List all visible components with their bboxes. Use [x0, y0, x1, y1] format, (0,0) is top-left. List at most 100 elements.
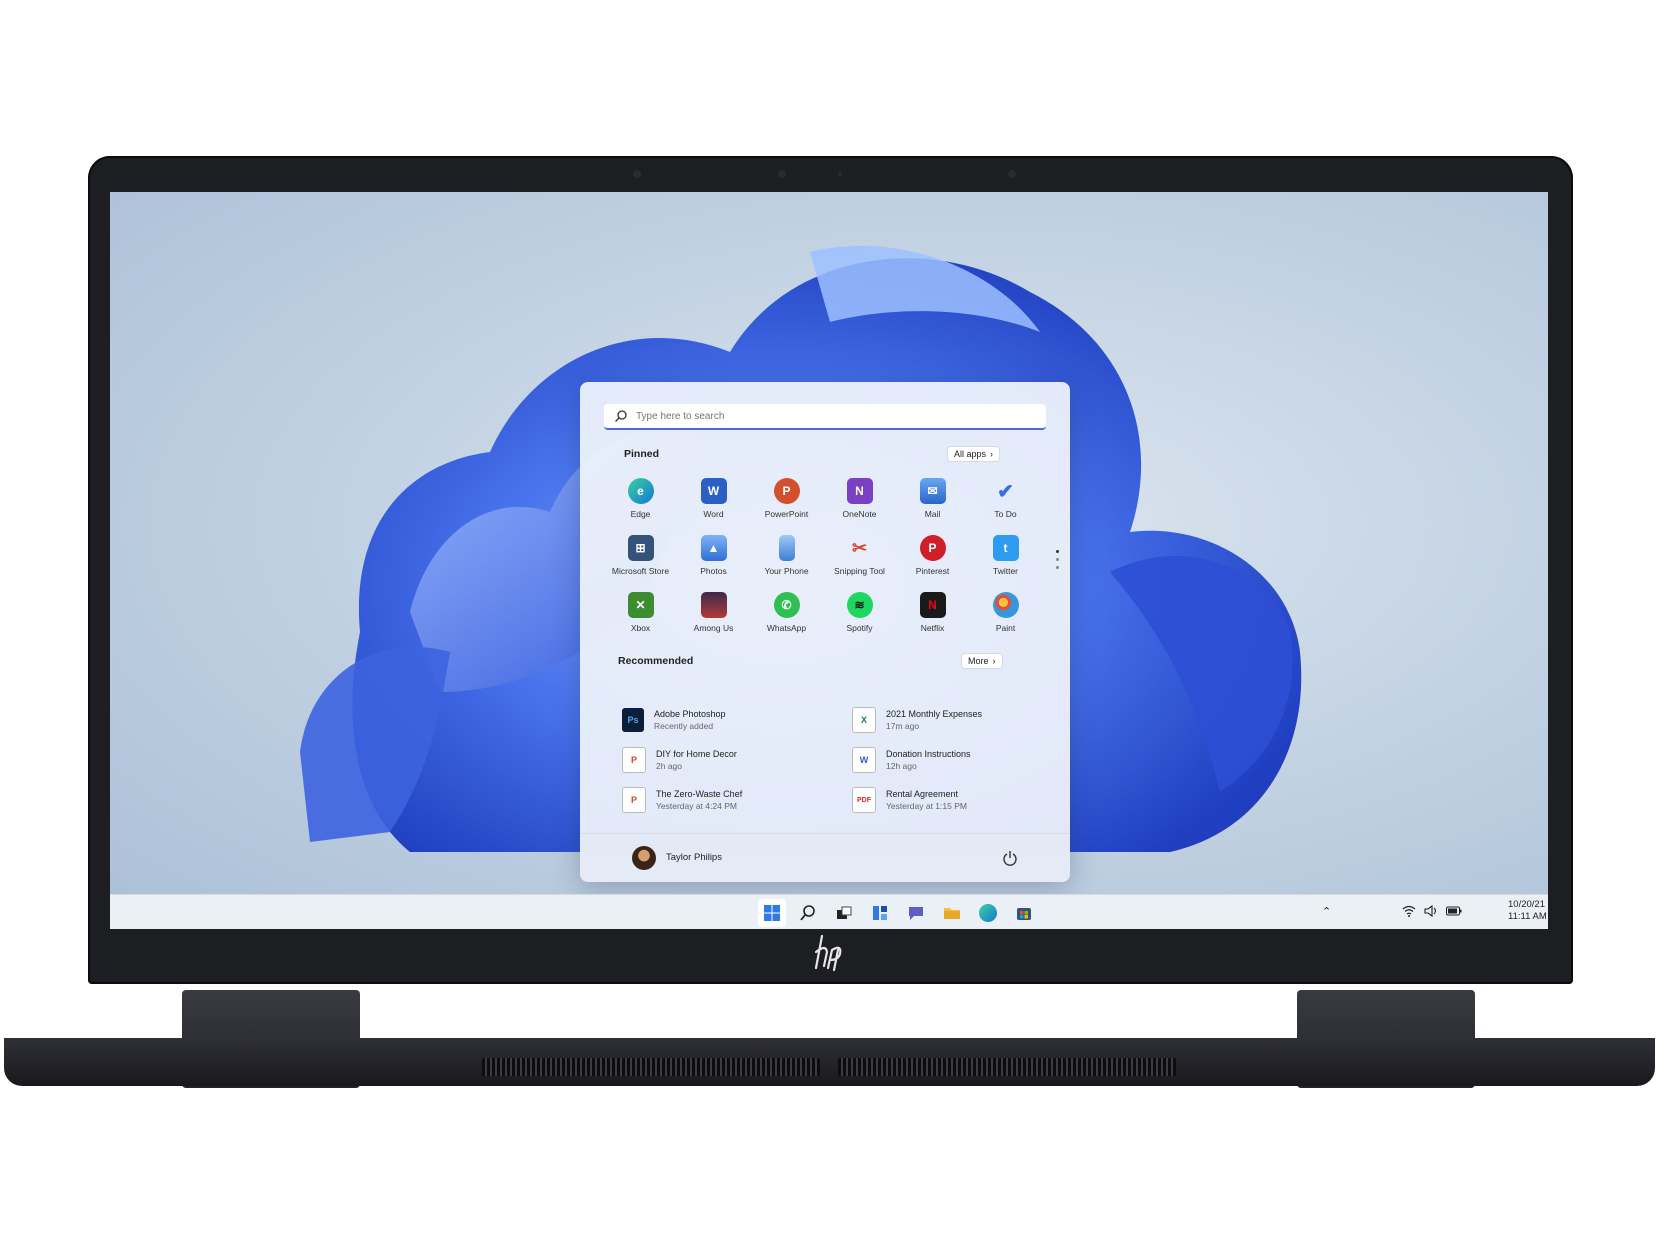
- app-label: Xbox: [630, 623, 651, 633]
- powerpoint-icon: P: [773, 478, 800, 504]
- task-view-icon: [837, 906, 852, 919]
- app-label: OneNote: [842, 509, 877, 519]
- pinned-app-microsoft-store[interactable]: ⊞ Microsoft Store: [604, 531, 677, 588]
- item-time: 12h ago: [886, 761, 917, 771]
- task-view-button[interactable]: [830, 899, 858, 927]
- wifi-icon: [1402, 905, 1416, 917]
- quick-settings[interactable]: [1402, 905, 1462, 917]
- item-time: Recently added: [654, 721, 714, 731]
- recommended-item[interactable]: Ps Adobe Photoshop Recently added: [622, 700, 852, 740]
- taskbar: ⌃ 10/20/21 11:11 AM: [110, 894, 1548, 929]
- pinned-app-twitter[interactable]: t Twitter: [969, 531, 1042, 588]
- pinned-app-mail[interactable]: ✉ Mail: [896, 474, 969, 531]
- powerpoint-file-icon: P: [622, 747, 646, 773]
- pinned-app-spotify[interactable]: ≋ Spotify: [823, 588, 896, 645]
- onenote-icon: N: [846, 478, 873, 504]
- app-label: Mail: [924, 509, 941, 519]
- item-time: Yesterday at 1:15 PM: [886, 801, 967, 811]
- widgets-icon: [873, 906, 887, 920]
- app-label: Pinterest: [915, 566, 950, 576]
- pinned-app-whatsapp[interactable]: ✆ WhatsApp: [750, 588, 823, 645]
- app-label: Twitter: [992, 566, 1019, 576]
- desktop-screen: Pinned All apps › e Edge W Word P PowerP…: [110, 192, 1548, 929]
- recommended-item[interactable]: P DIY for Home Decor 2h ago: [622, 740, 852, 780]
- item-time: Yesterday at 4:24 PM: [656, 801, 737, 811]
- app-label: Edge: [630, 509, 651, 519]
- recommended-item[interactable]: X 2021 Monthly Expenses 17m ago: [852, 700, 1042, 740]
- xbox-icon: ✕: [627, 592, 654, 618]
- spotify-icon: ≋: [846, 592, 873, 618]
- speaker-vent: [482, 1058, 820, 1076]
- pinned-app-onenote[interactable]: N OneNote: [823, 474, 896, 531]
- file-explorer-button[interactable]: [938, 899, 966, 927]
- pinned-apps-grid: e Edge W Word P PowerPoint N OneNote ✉ M…: [604, 474, 1044, 645]
- chevron-up-icon[interactable]: ⌃: [1322, 905, 1331, 918]
- todo-icon: ✔: [997, 480, 1014, 503]
- item-name: Donation Instructions: [886, 749, 971, 759]
- all-apps-label: All apps: [954, 449, 987, 459]
- recommended-item[interactable]: W Donation Instructions 12h ago: [852, 740, 1042, 780]
- speaker-vent: [838, 1058, 1176, 1076]
- app-label: Your Phone: [764, 566, 809, 576]
- app-label: Netflix: [920, 623, 945, 633]
- pinned-app-among-us[interactable]: Among Us: [677, 588, 750, 645]
- whatsapp-icon: ✆: [773, 592, 800, 618]
- user-name[interactable]: Taylor Philips: [666, 852, 722, 863]
- item-name: The Zero-Waste Chef: [656, 789, 743, 799]
- item-name: Rental Agreement: [886, 789, 959, 799]
- more-label: More: [968, 656, 989, 666]
- pinned-app-pinterest[interactable]: P Pinterest: [896, 531, 969, 588]
- pinned-app-snipping-tool[interactable]: ✂ Snipping Tool: [823, 531, 896, 588]
- pinned-title: Pinned: [624, 448, 660, 460]
- recommended-item[interactable]: P The Zero-Waste Chef Yesterday at 4:24 P…: [622, 780, 852, 820]
- pinned-app-todo[interactable]: ✔ To Do: [969, 474, 1042, 531]
- system-tray: ⌃: [1322, 905, 1331, 918]
- folder-icon: [944, 908, 960, 919]
- all-apps-button[interactable]: All apps ›: [947, 446, 1001, 462]
- more-button[interactable]: More ›: [961, 653, 1003, 669]
- powerpoint-file-icon: P: [622, 787, 646, 813]
- store-icon: [1017, 908, 1031, 920]
- volume-icon: [1424, 905, 1437, 917]
- clock[interactable]: 10/20/21 11:11 AM: [1508, 899, 1547, 923]
- windows-icon: [764, 905, 780, 921]
- battery-icon: [1446, 906, 1462, 916]
- page-indicator[interactable]: [1056, 550, 1060, 574]
- pinned-app-paint[interactable]: Paint: [969, 588, 1042, 645]
- store-taskbar-button[interactable]: [1010, 899, 1038, 927]
- taskbar-search-button[interactable]: [794, 899, 822, 927]
- pinned-app-word[interactable]: W Word: [677, 474, 750, 531]
- sensor: [633, 170, 641, 178]
- recommended-title: Recommended: [618, 655, 694, 667]
- recommended-item[interactable]: PDF Rental Agreement Yesterday at 1:15 PM: [852, 780, 1042, 820]
- pinned-app-photos[interactable]: ▲ Photos: [677, 531, 750, 588]
- photos-icon: ▲: [700, 535, 727, 561]
- chevron-right-icon: ›: [992, 656, 996, 666]
- phone-icon: [778, 535, 795, 561]
- start-button[interactable]: [758, 899, 786, 927]
- widgets-button[interactable]: [866, 899, 894, 927]
- user-bar: Taylor Philips: [580, 833, 1070, 882]
- pinned-app-netflix[interactable]: N Netflix: [896, 588, 969, 645]
- power-icon[interactable]: [1002, 850, 1018, 866]
- laptop-base: [4, 1038, 1655, 1086]
- search-input[interactable]: [634, 409, 1038, 423]
- edge-taskbar-button[interactable]: [974, 899, 1002, 927]
- app-label: Microsoft Store: [611, 566, 670, 576]
- pinned-app-edge[interactable]: e Edge: [604, 474, 677, 531]
- snipping-tool-icon: ✂: [851, 537, 868, 558]
- item-name: Adobe Photoshop: [654, 709, 726, 719]
- clock-date: 10/20/21: [1508, 899, 1545, 910]
- chevron-right-icon: ›: [990, 449, 994, 459]
- taskbar-apps: [758, 899, 1038, 927]
- app-label: To Do: [994, 509, 1017, 519]
- search-box[interactable]: [604, 404, 1046, 430]
- avatar[interactable]: [632, 846, 656, 870]
- pinned-app-xbox[interactable]: ✕ Xbox: [604, 588, 677, 645]
- chat-button[interactable]: [902, 899, 930, 927]
- pinned-app-powerpoint[interactable]: P PowerPoint: [750, 474, 823, 531]
- search-icon: [800, 905, 815, 921]
- pinned-app-your-phone[interactable]: Your Phone: [750, 531, 823, 588]
- store-icon: ⊞: [627, 535, 654, 561]
- twitter-icon: t: [992, 535, 1019, 561]
